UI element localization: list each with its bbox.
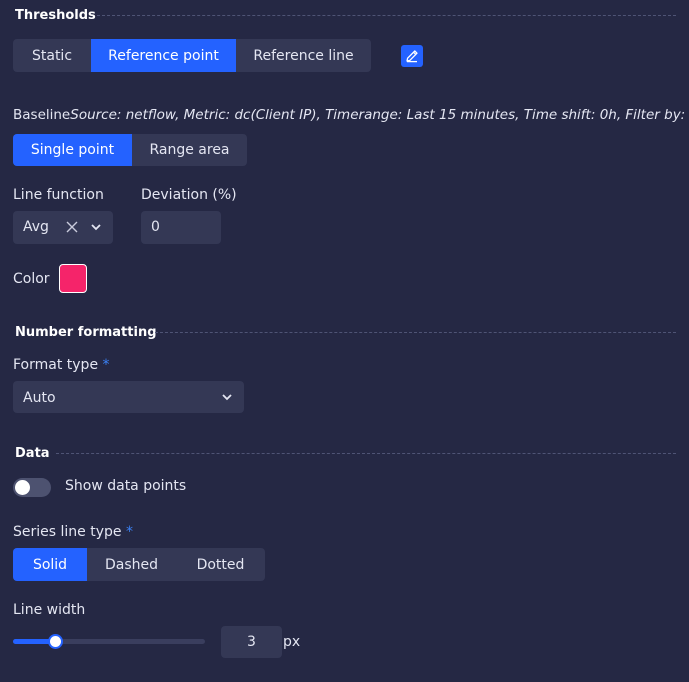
close-icon[interactable] xyxy=(65,220,79,234)
deviation-input[interactable]: 0 xyxy=(141,211,221,244)
deviation-value: 0 xyxy=(151,219,160,235)
baseline-label: Baseline xyxy=(13,107,71,123)
show-data-points-label: Show data points xyxy=(65,478,187,494)
point-mode-tabs: Single point Range area xyxy=(13,134,247,166)
series-line-type-label: Series line type * xyxy=(13,524,133,540)
tab-reference-line[interactable]: Reference line xyxy=(236,39,371,72)
chevron-down-icon[interactable] xyxy=(90,221,102,233)
thresholds-title: Thresholds xyxy=(15,8,96,23)
line-width-unit: px xyxy=(283,634,301,650)
pencil-icon xyxy=(404,48,420,64)
tab-solid[interactable]: Solid xyxy=(13,548,87,581)
line-type-tabs: Solid Dashed Dotted xyxy=(13,548,265,581)
format-type-select[interactable]: Auto xyxy=(13,381,244,413)
color-swatch[interactable] xyxy=(59,264,87,293)
tab-reference-point[interactable]: Reference point xyxy=(91,39,236,72)
section-divider xyxy=(56,453,676,454)
edit-button[interactable] xyxy=(401,45,423,67)
tab-range-area[interactable]: Range area xyxy=(132,134,247,166)
number-formatting-title: Number formatting xyxy=(15,325,157,340)
required-mark: * xyxy=(102,357,110,373)
baseline-row: BaselineSource: netflow, Metric: dc(Clie… xyxy=(13,107,689,123)
tab-dotted[interactable]: Dotted xyxy=(176,548,265,581)
color-label: Color xyxy=(13,271,50,287)
line-width-label: Line width xyxy=(13,602,86,618)
toggle-knob xyxy=(15,480,30,495)
required-mark: * xyxy=(125,524,133,540)
section-divider xyxy=(155,332,676,333)
deviation-label: Deviation (%) xyxy=(141,187,237,203)
line-function-label: Line function xyxy=(13,187,104,203)
baseline-source: Source: netflow, Metric: dc(Client IP), … xyxy=(70,107,689,123)
tab-dashed[interactable]: Dashed xyxy=(87,548,176,581)
tab-single-point[interactable]: Single point xyxy=(13,134,132,166)
data-title: Data xyxy=(15,446,50,461)
format-type-label: Format type * xyxy=(13,357,110,373)
line-function-select[interactable]: Avg xyxy=(13,211,113,244)
line-width-slider[interactable] xyxy=(13,634,205,649)
line-width-input[interactable]: 3 xyxy=(221,626,282,658)
line-function-value: Avg xyxy=(23,219,49,235)
line-width-value: 3 xyxy=(247,634,256,650)
threshold-mode-tabs: Static Reference point Reference line xyxy=(13,39,371,72)
slider-thumb[interactable] xyxy=(48,634,63,649)
tab-static[interactable]: Static xyxy=(13,39,91,72)
section-divider xyxy=(97,15,676,16)
chevron-down-icon[interactable] xyxy=(221,391,233,403)
show-data-points-toggle[interactable] xyxy=(13,478,51,497)
format-type-value: Auto xyxy=(23,390,56,406)
